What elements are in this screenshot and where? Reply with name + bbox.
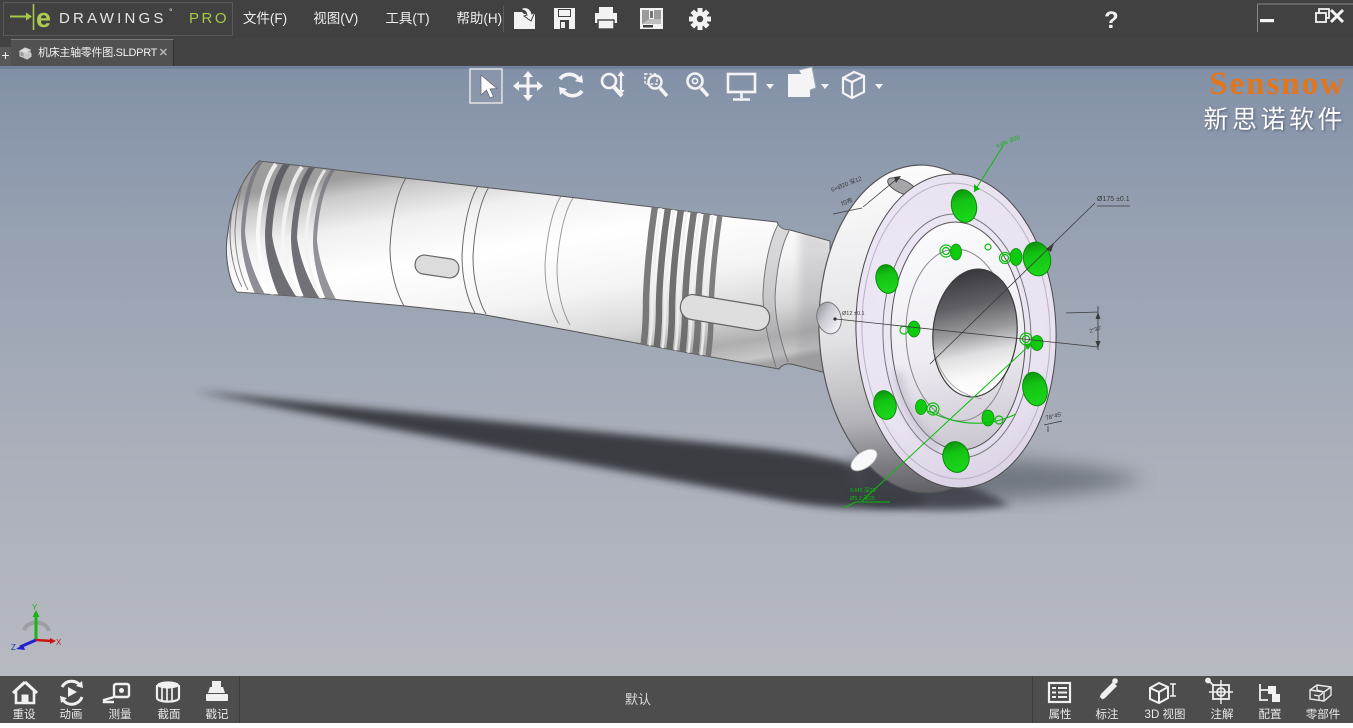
svg-text:Ø175 ±0.1: Ø175 ±0.1 xyxy=(1097,196,1130,203)
svg-text:重设: 重设 xyxy=(13,707,36,721)
svg-text:注解: 注解 xyxy=(1211,707,1234,721)
svg-text:X: X xyxy=(56,638,62,647)
svg-text:配置: 配置 xyxy=(1259,708,1282,721)
svg-text:截面: 截面 xyxy=(158,707,181,721)
svg-text:默认: 默认 xyxy=(625,692,651,707)
svg-text:戳记: 戳记 xyxy=(206,708,229,721)
svg-text:零部件: 零部件 xyxy=(1306,707,1341,721)
svg-text:3D 视图: 3D 视图 xyxy=(1145,707,1186,721)
svg-text:Ø5.2 深25: Ø5.2 深25 xyxy=(850,494,875,502)
svg-text:测量: 测量 xyxy=(109,708,132,721)
svg-text:?: ? xyxy=(1104,7,1119,34)
svg-text:5-M6 深20: 5-M6 深20 xyxy=(850,486,876,494)
svg-text:Ø12 ±0.1: Ø12 ±0.1 xyxy=(842,311,865,317)
svg-text:Z: Z xyxy=(11,643,16,652)
svg-text:属性: 属性 xyxy=(1049,707,1072,721)
svg-text:标注: 标注 xyxy=(1096,707,1119,721)
svg-text:Y: Y xyxy=(32,603,38,612)
svg-text:动画: 动画 xyxy=(60,708,83,721)
